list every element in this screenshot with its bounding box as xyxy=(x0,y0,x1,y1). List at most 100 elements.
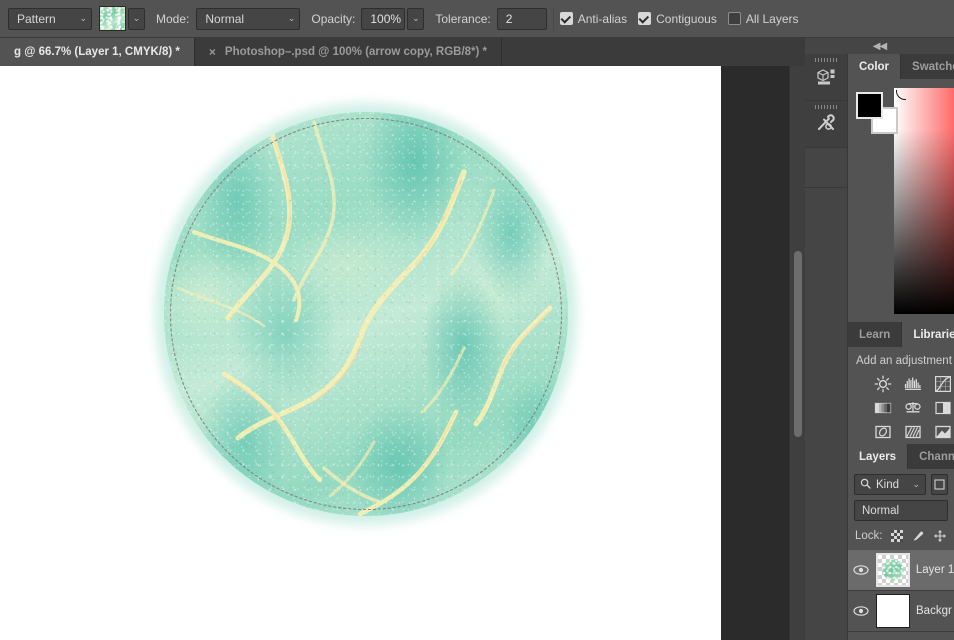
search-icon xyxy=(860,478,871,492)
exposure-icon[interactable] xyxy=(874,399,892,417)
photo-filter-icon[interactable] xyxy=(874,423,892,441)
anti-alias-checkbox-box[interactable] xyxy=(559,12,573,25)
tab-swatches-label: Swatche xyxy=(912,60,954,73)
all-layers-checkbox-box[interactable] xyxy=(727,12,741,25)
contiguous-checkbox-box[interactable] xyxy=(638,12,652,25)
close-icon[interactable]: × xyxy=(209,46,216,58)
levels-icon[interactable] xyxy=(904,375,922,393)
layers-panel: Kind ⌄ Normal Lock: Layer 1 Backgr xyxy=(848,469,954,640)
lock-image-icon[interactable] xyxy=(911,529,925,543)
watercolor-circle-artwork[interactable] xyxy=(154,102,578,526)
collapse-arrows-icon: ◀◀ xyxy=(872,40,887,52)
tab-color[interactable]: Color xyxy=(848,54,902,79)
contiguous-checkbox[interactable]: Contiguous xyxy=(638,12,717,26)
color-picker-marker-icon xyxy=(896,90,906,100)
anti-alias-checkbox[interactable]: Anti-alias xyxy=(559,11,628,26)
layer-list: Layer 1 Backgr xyxy=(848,550,954,640)
layer-kind-filter[interactable]: Kind ⌄ xyxy=(854,474,926,495)
vibrance-icon[interactable] xyxy=(904,399,922,417)
anti-alias-label: Anti-alias xyxy=(577,11,628,26)
curves-icon[interactable] xyxy=(934,375,952,393)
adjustment-row-2 xyxy=(848,396,954,420)
color-panel-tabs: Color Swatche xyxy=(848,54,954,79)
tab-channels-label: Channels xyxy=(919,450,954,463)
layer-filter-toggle[interactable] xyxy=(931,474,948,495)
layer-kind-value: Kind xyxy=(876,478,900,491)
panel-stack: Color Swatche xyxy=(848,54,954,640)
lock-transparency-icon[interactable] xyxy=(890,529,903,543)
tab-libraries[interactable]: Libraries xyxy=(902,322,954,347)
blend-mode-select[interactable]: Normal xyxy=(854,500,948,521)
layer-filter-row: Kind ⌄ xyxy=(848,469,954,495)
tab-layers-label: Layers xyxy=(859,450,897,463)
mode-label: Mode: xyxy=(156,11,190,26)
channel-mixer-icon[interactable] xyxy=(904,423,922,441)
eye-icon[interactable] xyxy=(852,564,870,576)
layer-row-background[interactable]: Backgr xyxy=(848,591,954,632)
options-bar: Pattern ⌄ ⌄ Mode: Normal ⌄ Opacity: 100%… xyxy=(0,0,954,38)
color-spectrum-field[interactable] xyxy=(894,88,954,314)
lock-position-icon[interactable] xyxy=(933,529,947,543)
pattern-chevron-down-icon[interactable]: ⌄ xyxy=(128,7,145,30)
foreground-color-swatch[interactable] xyxy=(856,92,883,119)
document-tab-title: g @ 66.7% (Layer 1, CMYK/8) * xyxy=(14,46,180,58)
tolerance-value: 2 xyxy=(505,11,513,26)
toolbar-divider xyxy=(552,6,554,31)
black-white-icon[interactable] xyxy=(934,399,952,417)
tab-channels[interactable]: Channels xyxy=(908,444,954,469)
contiguous-label: Contiguous xyxy=(656,11,717,26)
all-layers-label: All Layers xyxy=(745,11,799,26)
eye-icon[interactable] xyxy=(852,605,870,617)
tab-learn-label: Learn xyxy=(859,328,891,341)
tab-color-label: Color xyxy=(859,60,890,73)
panel-icon-rail xyxy=(805,54,848,640)
rail-blank-slot xyxy=(805,148,847,188)
right-dock: ◀◀ Color Swatch Learn Librarie Add an ad… xyxy=(805,38,954,640)
tab-learn[interactable]: Learn xyxy=(848,322,903,347)
layer-name: Layer 1 xyxy=(915,564,954,576)
libraries-panel-tabs: Learn Libraries xyxy=(848,322,954,347)
artwork-grain xyxy=(164,112,568,516)
all-layers-checkbox[interactable]: All Layers xyxy=(727,11,799,26)
rail-item-tools[interactable] xyxy=(805,101,847,148)
tolerance-input[interactable]: 2 xyxy=(496,7,547,30)
document-tab-bar: g @ 66.7% (Layer 1, CMYK/8) * × Photosho… xyxy=(0,38,805,66)
pattern-swatch-picker[interactable]: ⌄ xyxy=(99,6,145,31)
vertical-scrollbar-thumb[interactable] xyxy=(794,251,802,437)
color-swatches xyxy=(848,79,898,322)
color-panel xyxy=(848,79,954,322)
color-lookup-icon[interactable] xyxy=(934,423,952,441)
opacity-input[interactable]: 100% xyxy=(361,7,406,30)
adjustments-panel: Add an adjustment xyxy=(848,347,954,444)
fill-source-select[interactable]: Pattern ⌄ xyxy=(8,7,92,30)
tools-wrench-icon[interactable] xyxy=(815,113,837,136)
3d-object-icon[interactable] xyxy=(815,66,837,89)
tab-swatches[interactable]: Swatche xyxy=(901,54,954,79)
tab-layers[interactable]: Layers xyxy=(848,444,909,469)
brightness-contrast-icon[interactable] xyxy=(874,375,892,393)
adjustment-row-1 xyxy=(848,372,954,396)
opacity-chevron-down-icon[interactable]: ⌄ xyxy=(407,7,425,30)
blend-mode-row: Normal xyxy=(848,495,954,521)
drag-handle-icon[interactable] xyxy=(815,58,837,62)
drag-handle-icon[interactable] xyxy=(815,105,837,109)
document-tab-inactive[interactable]: × Photoshop–.psd @ 100% (arrow copy, RGB… xyxy=(194,38,503,66)
rail-item-3d[interactable] xyxy=(805,54,847,101)
document-tab-active[interactable]: g @ 66.7% (Layer 1, CMYK/8) * xyxy=(0,38,195,66)
layer-row-layer-1[interactable]: Layer 1 xyxy=(848,550,954,591)
canvas-sheet[interactable] xyxy=(0,66,721,640)
mode-value: Normal xyxy=(205,11,245,26)
blend-mode-value: Normal xyxy=(862,504,900,517)
opacity-label: Opacity: xyxy=(311,11,356,26)
adjustment-row-3 xyxy=(848,420,954,444)
dock-collapse-button[interactable]: ◀◀ xyxy=(805,38,954,54)
pattern-swatch[interactable] xyxy=(99,6,126,31)
vertical-scrollbar[interactable] xyxy=(789,66,805,640)
lock-label: Lock: xyxy=(855,530,883,542)
layer-thumbnail[interactable] xyxy=(875,553,910,587)
document-area[interactable] xyxy=(0,66,805,640)
layer-name: Backgr xyxy=(916,605,952,617)
mode-select[interactable]: Normal ⌄ xyxy=(196,7,301,30)
opacity-value: 100% xyxy=(370,11,402,26)
layer-thumbnail[interactable] xyxy=(876,594,910,628)
